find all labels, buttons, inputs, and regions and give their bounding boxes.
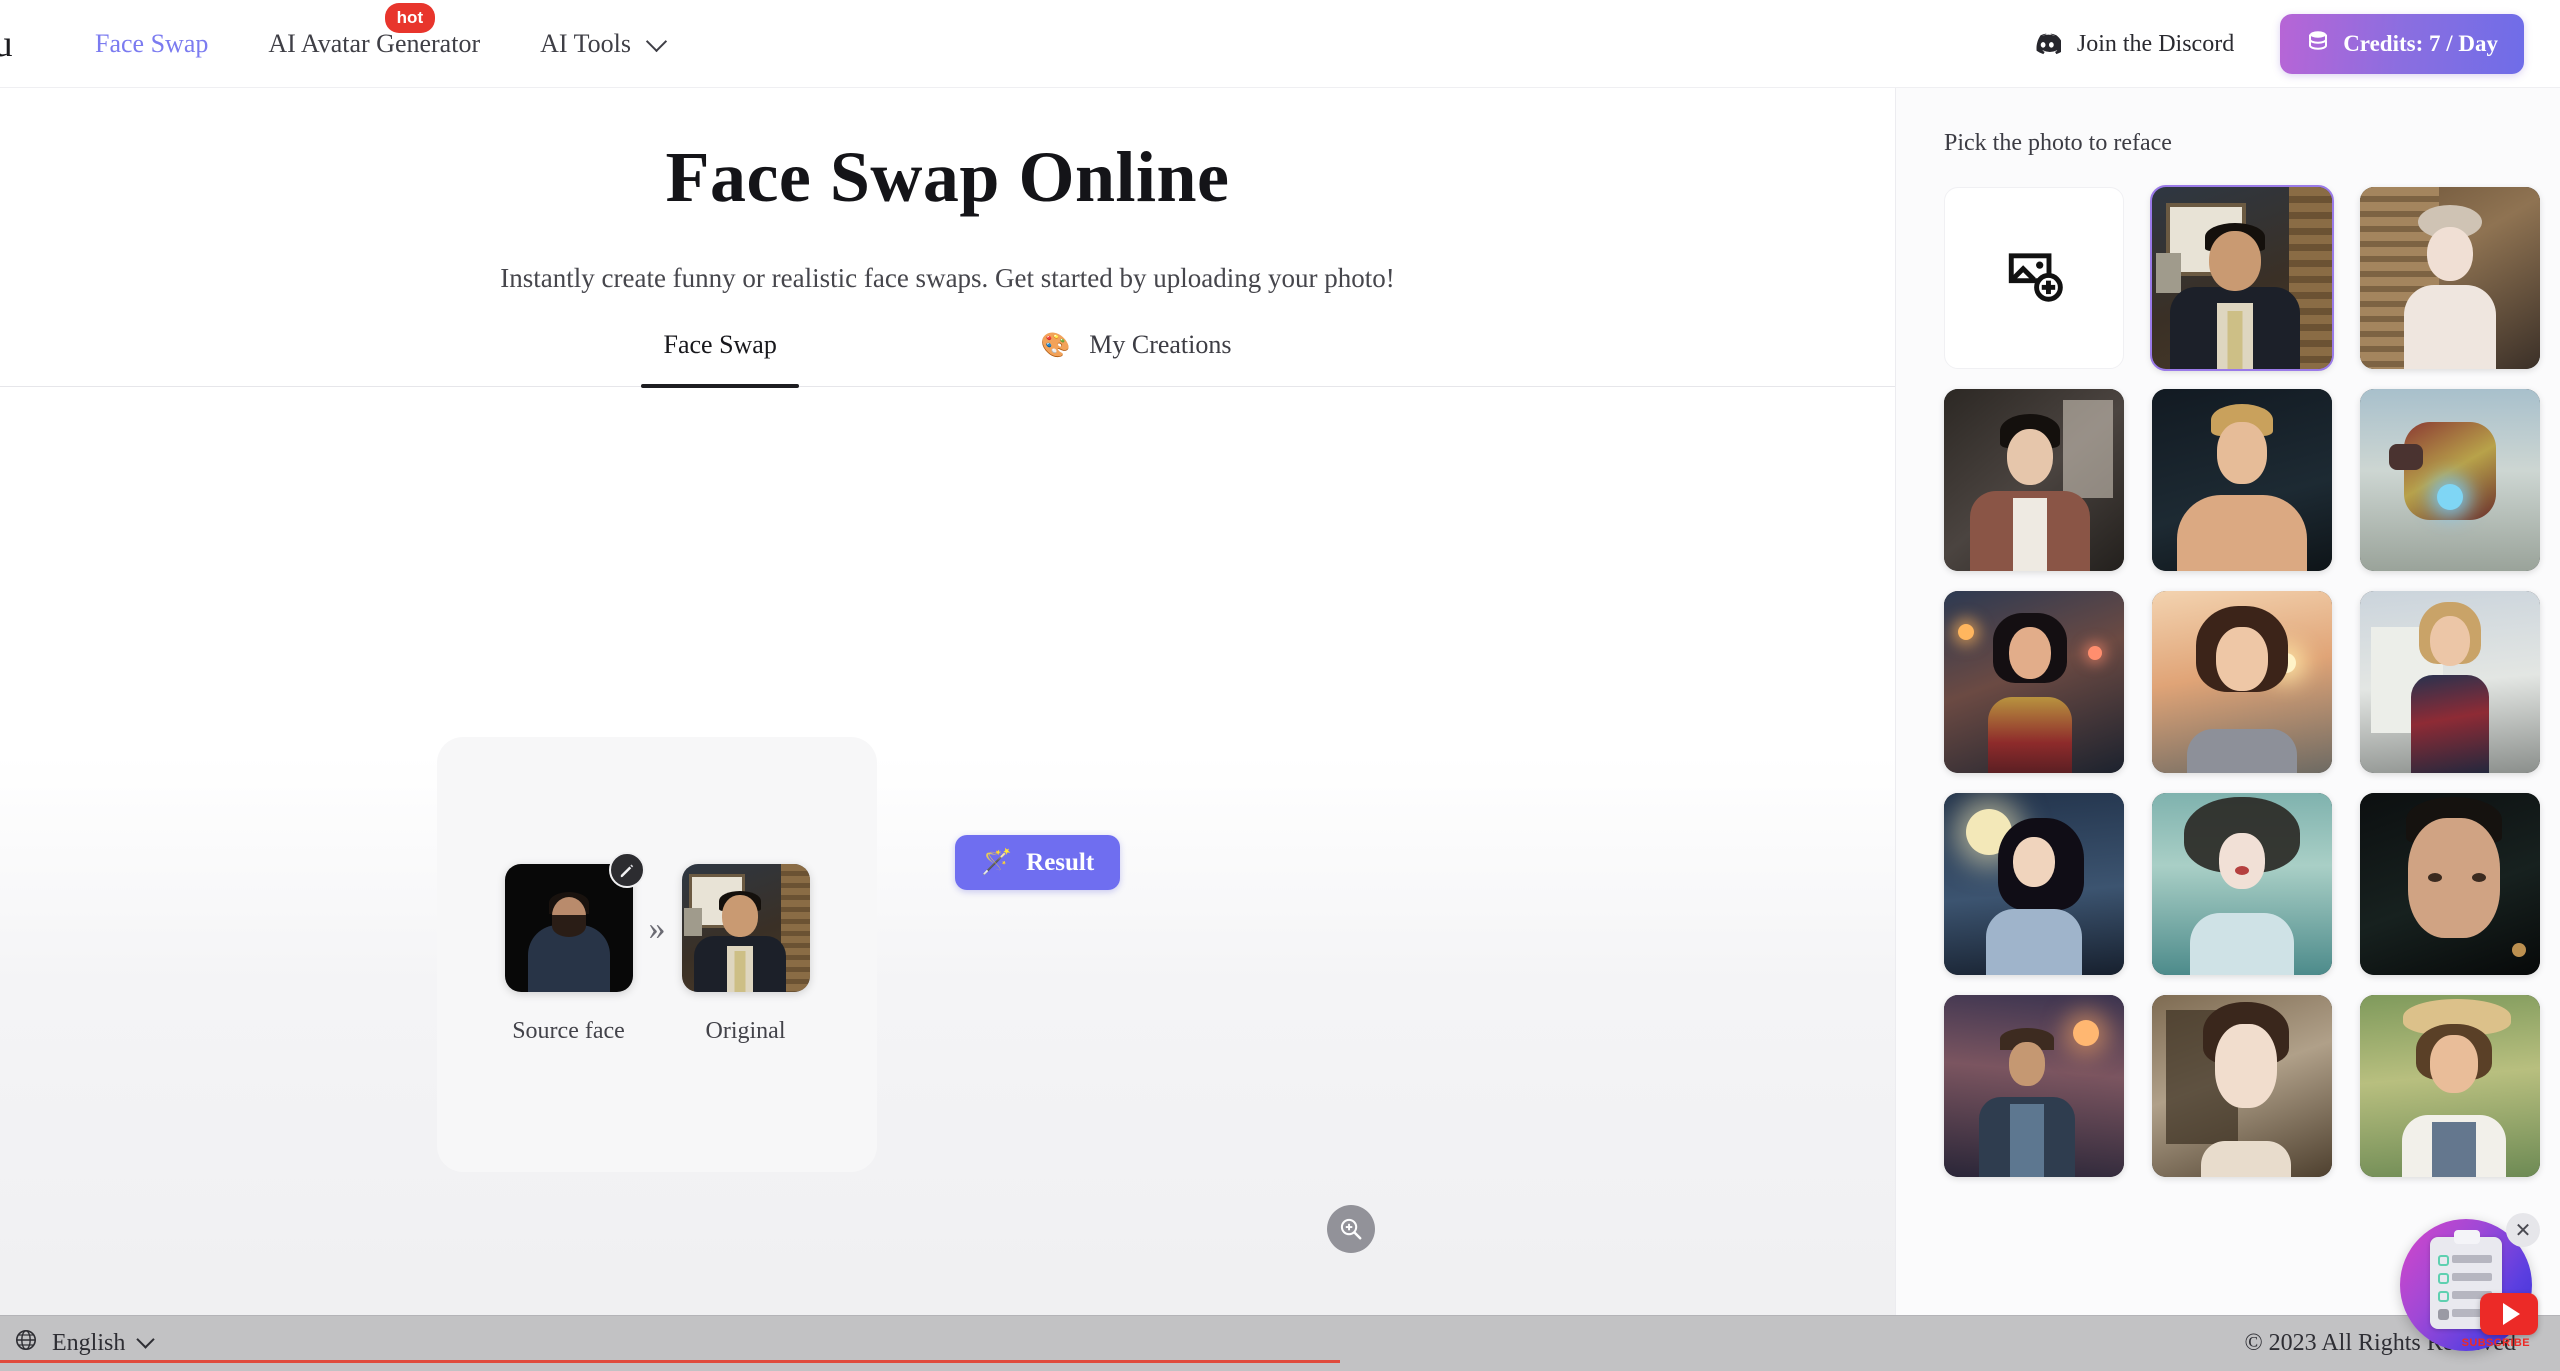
original-photo-thumbnail[interactable] — [681, 864, 810, 992]
upload-photo-cell[interactable] — [1944, 187, 2124, 369]
chevron-down-icon — [647, 34, 667, 54]
original-photo-label: Original — [705, 1018, 786, 1044]
source-face-art — [504, 864, 633, 992]
photo-cell-captain-marvel-suit[interactable] — [2360, 591, 2540, 773]
photo-cell-smiling-woman-straw-hat[interactable] — [2360, 995, 2540, 1177]
zoom-in-icon[interactable] — [1327, 1205, 1375, 1253]
photo-picker-sidebar: Pick the photo to reface — [1895, 88, 2560, 1371]
nav-item-ai-tools[interactable]: AI Tools — [540, 29, 667, 59]
nav-item-face-swap[interactable]: Face Swap — [95, 29, 208, 59]
sidebar-title: Pick the photo to reface — [1944, 130, 2172, 156]
credits-label: Credits: 7 / Day — [2343, 31, 2498, 56]
tab-bar: Face Swap 🎨 My Creations — [0, 330, 1895, 388]
photo-cell-anime-girl-white-dress[interactable] — [2360, 187, 2540, 369]
swap-workspace: Source face » Original 🪄 Result — [0, 387, 1895, 1371]
photo-grid — [1944, 185, 2540, 1177]
chevron-down-icon — [139, 1330, 152, 1357]
photo-cell-iron-man-armor[interactable] — [2360, 389, 2540, 571]
hot-badge: hot — [384, 3, 436, 33]
photo-cell-girl-under-moon[interactable] — [1944, 793, 2124, 975]
language-label: English — [52, 1330, 126, 1356]
top-navigation-bar: ru Face Swap hot AI Avatar Generator AI … — [0, 0, 2560, 88]
nav-item-ai-tools-label: AI Tools — [540, 29, 631, 58]
page-load-progress-bar — [0, 1360, 1340, 1363]
photo-cell-dark-haired-man-closeup[interactable] — [2360, 793, 2540, 975]
youtube-play-icon[interactable] — [2480, 1293, 2538, 1335]
app-root: ru Face Swap hot AI Avatar Generator AI … — [0, 0, 2560, 1371]
palette-icon: 🎨 — [1040, 333, 1071, 359]
result-image-canvas[interactable] — [900, 787, 1500, 1237]
photo-cell-young-man-brown-suit[interactable] — [1944, 389, 2124, 571]
source-face-label: Source face — [512, 1018, 625, 1044]
close-icon[interactable]: ✕ — [2506, 1213, 2540, 1247]
tab-my-creations[interactable]: 🎨 My Creations — [1019, 330, 1254, 386]
photo-cell-underwater-woman[interactable] — [2152, 793, 2332, 975]
nav-right-group: Join the Discord Credits: 7 / Day — [2031, 0, 2524, 88]
faces-preview-card: Source face » Original — [437, 737, 877, 1172]
source-face-column: Source face — [499, 852, 645, 1045]
original-photo-image — [681, 864, 810, 992]
footer-bar: English © 2023 All Rights Reserved — [0, 1315, 2560, 1371]
nav-item-ai-avatar-generator[interactable]: hot AI Avatar Generator — [268, 3, 481, 59]
database-icon — [2306, 29, 2330, 59]
original-photo-art — [681, 864, 810, 992]
page-title: Face Swap Online — [665, 137, 1230, 217]
swap-arrow-icon: » — [648, 909, 666, 947]
join-discord-link[interactable]: Join the Discord — [2031, 31, 2234, 58]
primary-nav: Face Swap hot AI Avatar Generator AI Too… — [95, 0, 727, 88]
original-photo-column: Original — [676, 864, 816, 1045]
join-discord-label: Join the Discord — [2076, 30, 2235, 57]
credits-button[interactable]: Credits: 7 / Day — [2280, 14, 2524, 74]
globe-icon — [14, 1328, 38, 1359]
survey-floating-widget[interactable]: SUBSCRIBE ✕ — [2400, 1213, 2540, 1351]
main-content: Face Swap Online Instantly create funny … — [0, 88, 1895, 1371]
youtube-subscribe-label: SUBSCRIBE — [2461, 1337, 2530, 1349]
pencil-icon[interactable] — [608, 852, 645, 888]
discord-icon — [2031, 33, 2061, 56]
photo-cell-man-in-suit-office[interactable] — [2150, 185, 2334, 371]
photo-cell-blond-muscular-man[interactable] — [2152, 389, 2332, 571]
photo-cell-pirate-at-sea[interactable] — [1944, 995, 2124, 1177]
tab-my-creations-label: My Creations — [1089, 330, 1232, 359]
nav-item-ai-avatar-generator-label: AI Avatar Generator — [268, 29, 481, 58]
photo-cell-woman-sunset-portrait[interactable] — [2152, 591, 2332, 773]
nav-item-face-swap-label: Face Swap — [95, 29, 209, 58]
site-logo[interactable]: ru — [0, 22, 13, 66]
source-face-thumbnail[interactable] — [504, 852, 645, 992]
add-image-icon — [2003, 245, 2065, 312]
photo-cell-classic-portrait-woman[interactable] — [2152, 995, 2332, 1177]
tab-face-swap-label: Face Swap — [663, 330, 777, 359]
photo-cell-wonder-woman-city[interactable] — [1944, 591, 2124, 773]
tab-face-swap[interactable]: Face Swap — [641, 330, 800, 388]
page-subtitle: Instantly create funny or realistic face… — [500, 263, 1395, 293]
source-face-image — [504, 864, 633, 992]
language-selector[interactable]: English — [14, 1328, 152, 1359]
